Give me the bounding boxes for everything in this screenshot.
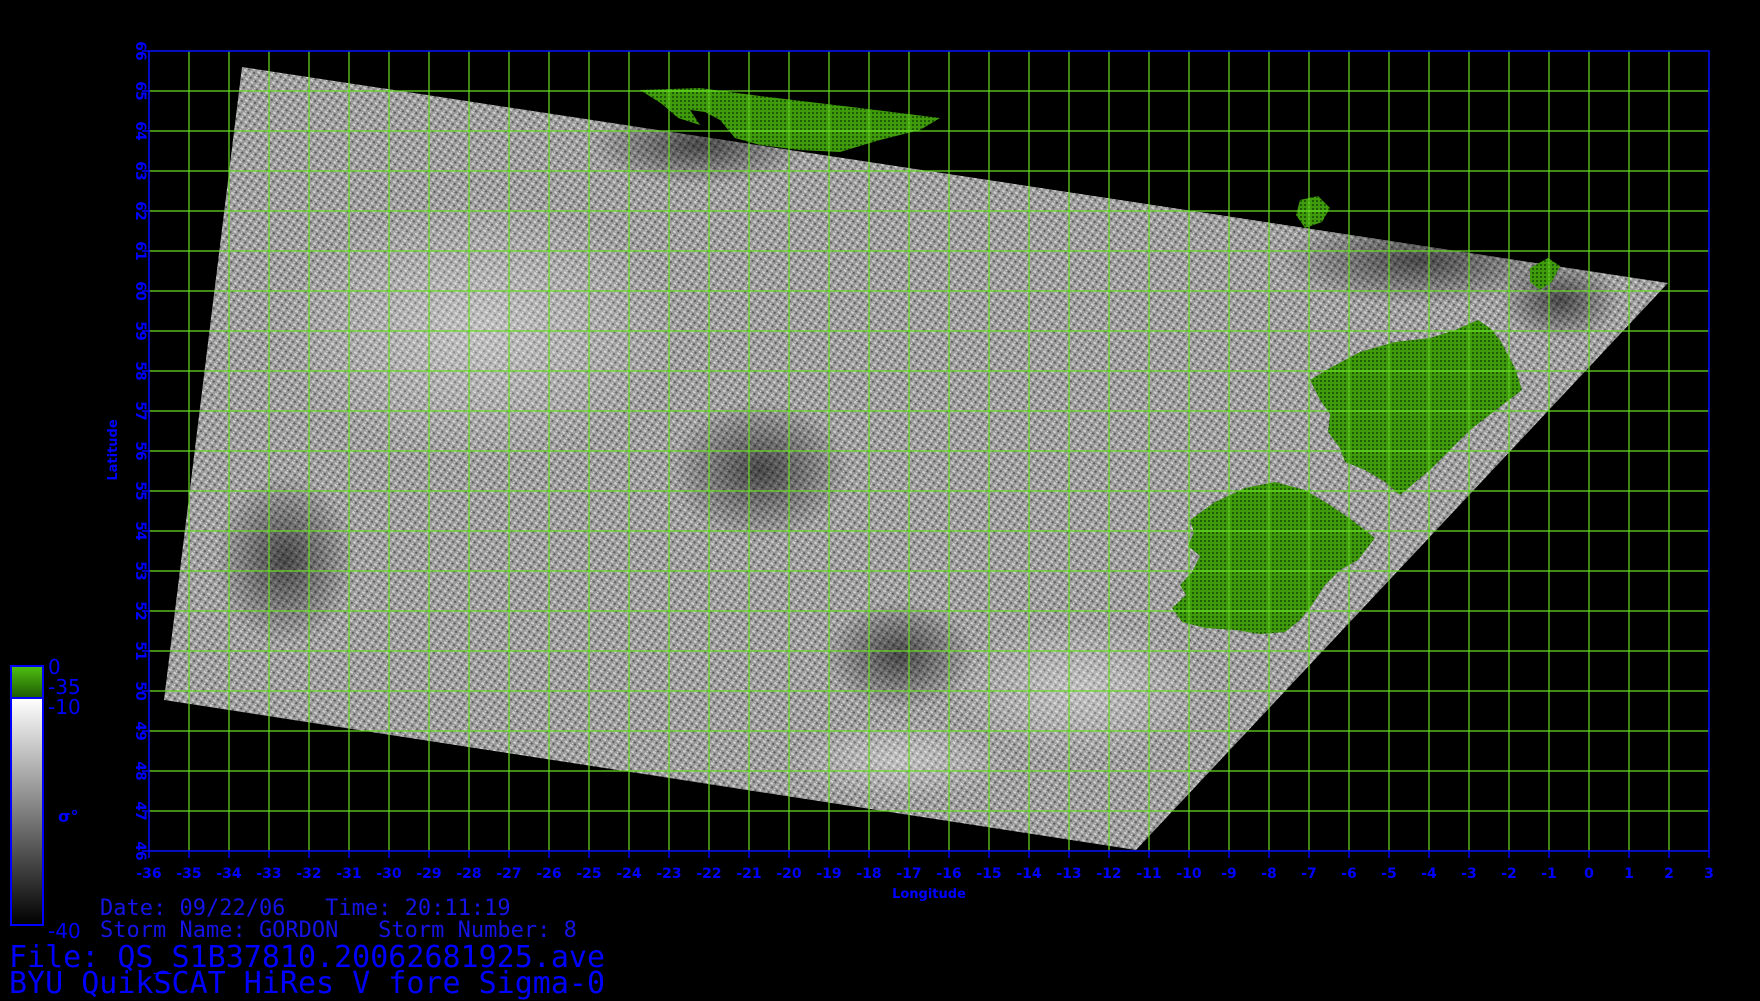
y-tick-label: 64 xyxy=(132,121,148,141)
x-tick-label: 1 xyxy=(1624,866,1634,882)
y-tick-label: 59 xyxy=(132,321,148,340)
x-tick-label: -35 xyxy=(176,866,201,882)
x-tick-label: 2 xyxy=(1664,866,1674,882)
y-tick-label: 62 xyxy=(132,201,148,220)
y-tick-label: 47 xyxy=(132,801,148,820)
x-tick-label: -2 xyxy=(1501,866,1517,882)
sigma0-colorbar: 0 -35 -10 -40 σ° xyxy=(10,655,81,943)
lat-lon-grid xyxy=(148,50,1710,852)
y-tick-label: 55 xyxy=(132,481,148,500)
x-tick-label: -13 xyxy=(1056,866,1081,882)
x-tick-label: -25 xyxy=(576,866,601,882)
x-tick-label: -30 xyxy=(376,866,402,882)
x-tick-label: -27 xyxy=(496,866,521,882)
x-tick-label: -14 xyxy=(1016,866,1042,882)
y-tick-label: 58 xyxy=(132,361,148,380)
y-tick-label: 61 xyxy=(132,241,148,260)
x-tick-label: -32 xyxy=(296,866,321,882)
x-tick-label: -12 xyxy=(1096,866,1121,882)
y-tick-label: 63 xyxy=(132,161,148,180)
x-tick-label: -28 xyxy=(456,866,481,882)
x-tick-label: 3 xyxy=(1704,866,1714,882)
x-tick-label: -20 xyxy=(776,866,802,882)
y-tick-label: 66 xyxy=(132,41,148,60)
x-tick-label: -10 xyxy=(1176,866,1202,882)
y-tick-label: 56 xyxy=(132,441,148,460)
faroe-islands-landmass xyxy=(1296,196,1330,228)
y-axis-label: Latitude xyxy=(106,419,121,481)
x-tick-label: -21 xyxy=(736,866,761,882)
y-tick-label: 52 xyxy=(132,601,148,620)
x-tick-label: -24 xyxy=(616,866,642,882)
x-tick-label: 0 xyxy=(1584,866,1594,882)
colorbar-gradient xyxy=(10,697,44,926)
x-tick-label: -8 xyxy=(1261,866,1277,882)
y-tick-label: 65 xyxy=(132,81,148,100)
x-tick-label: -4 xyxy=(1421,866,1437,882)
y-tick-label: 46 xyxy=(132,841,148,860)
sigma0-map: -36 -35 -34 -33 -32 -31 -30 -29 -28 -27 -26 -25 -24-… xyxy=(10,41,1714,943)
x-tick-label: -22 xyxy=(696,866,721,882)
colorbar-land-swatch xyxy=(10,665,44,699)
x-tick-label: -7 xyxy=(1301,866,1317,882)
x-tick-label: -11 xyxy=(1136,866,1161,882)
y-tick-label: 54 xyxy=(132,521,148,541)
x-tick-label: -9 xyxy=(1221,866,1237,882)
y-tick-label: 49 xyxy=(132,721,148,740)
y-tick-label: 50 xyxy=(132,681,148,701)
x-tick-label: -33 xyxy=(256,866,281,882)
x-tick-label: -15 xyxy=(976,866,1001,882)
x-tick-label: -36 xyxy=(136,866,161,882)
x-tick-label: -26 xyxy=(536,866,561,882)
colorbar-symbol: σ° xyxy=(58,807,78,826)
x-tick-label: -1 xyxy=(1541,866,1557,882)
x-tick-label: -3 xyxy=(1461,866,1477,882)
x-tick-label: -31 xyxy=(336,866,361,882)
x-tick-label: -29 xyxy=(416,866,441,882)
x-tick-label: -17 xyxy=(896,866,921,882)
x-tick-label: -34 xyxy=(216,866,242,882)
x-tick-label: -19 xyxy=(816,866,841,882)
x-tick-label: -5 xyxy=(1381,866,1397,882)
x-axis-label: Longitude xyxy=(892,887,966,902)
y-tick-label: 51 xyxy=(132,641,148,660)
x-tick-label: -18 xyxy=(856,866,881,882)
y-tick-label: 48 xyxy=(132,761,148,780)
y-tick-label: 53 xyxy=(132,561,148,580)
x-tick-label: -6 xyxy=(1341,866,1357,882)
y-tick-label: 57 xyxy=(132,401,148,420)
date-time-text: Date: 09/22/06 Time: 20:11:19 xyxy=(100,896,511,921)
storm-info-text: Storm Name: GORDON Storm Number: 8 xyxy=(100,918,577,943)
product-title-text: BYU QuikSCAT HiRes V fore Sigma-0 xyxy=(9,966,606,1001)
x-tick-label: -16 xyxy=(936,866,961,882)
x-tick-label: -23 xyxy=(656,866,681,882)
y-tick-label: 60 xyxy=(132,281,148,301)
colorbar-top-label: -10 xyxy=(48,695,81,719)
